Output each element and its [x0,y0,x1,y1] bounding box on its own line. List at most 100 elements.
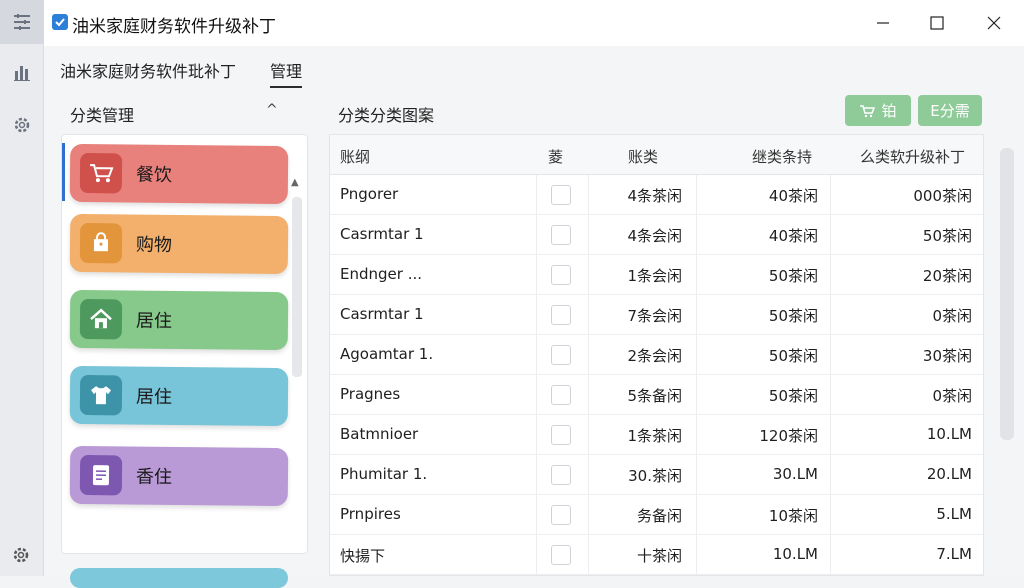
cell-value: 30.LM [773,465,818,483]
add-button-label: 铂 [881,100,896,121]
settings-gear-icon[interactable] [10,544,32,566]
table-row[interactable]: Pngorer 4条茶闲 40茶闲 000茶闲 [330,175,984,215]
window-title: 油米家庭财务软件升级补丁 [72,12,276,37]
cell-name: 快揚下 [340,545,385,566]
cell-name: Endnger ... [340,265,422,283]
cell-value: 10.LM [927,425,972,443]
table-row[interactable]: Casrmtar 14条会闲40茶闲50茶闲 [330,215,984,255]
rail-menu-button[interactable] [0,0,44,44]
cell-value: 40茶闲 [769,185,818,206]
row-checkbox[interactable] [551,265,571,285]
row-checkbox[interactable] [551,425,571,445]
cell-value: 50茶闲 [769,385,818,406]
cell-value: 7.LM [936,545,972,563]
cell-value: 5条备闲 [627,385,682,406]
cell-value: 0茶闲 [932,385,972,406]
home-icon [80,299,122,339]
cell-value: 20茶闲 [923,265,972,286]
column-header[interactable]: 账类 [628,146,658,167]
cell-value: 30.茶闲 [628,465,682,486]
row-checkbox[interactable] [551,465,571,485]
table-row[interactable]: Prnpires 务备闲 10茶闲 5.LM [330,495,984,535]
document-icon [80,455,122,495]
row-checkbox[interactable] [551,545,571,565]
cell-name: Pragnes [340,385,400,403]
column-header[interactable]: 菱 [548,146,563,167]
gear-icon [11,114,33,136]
cart-icon [80,153,122,193]
row-checkbox[interactable] [551,225,571,245]
category-item-housing[interactable]: 居住 [70,290,289,350]
maximize-icon [930,16,944,30]
close-button[interactable] [981,10,1007,36]
maximize-button[interactable] [924,10,950,36]
cell-value: 10.LM [773,545,818,563]
category-label: 香住 [136,463,172,489]
table-row[interactable]: Pragnes 5条备闲 50茶闲 0茶闲 [330,375,984,415]
active-indicator [62,143,65,201]
category-item-other[interactable]: 香住 [70,446,289,506]
cell-value: 4条茶闲 [627,185,682,206]
minimize-button[interactable] [870,10,896,36]
table-row[interactable]: 快揚下 十茶闲 10.LM 7.LM [330,535,984,575]
scroll-up-icon[interactable]: ▲ [291,177,299,188]
cell-value: 30茶闲 [923,345,972,366]
minimize-icon [876,16,890,30]
cell-value: 5.LM [936,505,972,523]
cell-value: 0茶闲 [932,305,972,326]
add-button[interactable]: 铂 [845,95,911,126]
cell-value: 十茶闲 [637,545,682,566]
table-header: 账纲 菱 账类 继类条持 么类软升级补丁 [330,135,984,175]
column-header[interactable]: 继类条持 [752,146,812,167]
rail-settings-button[interactable] [0,103,44,147]
cell-value: 50茶闲 [769,345,818,366]
category-scrollbar[interactable] [292,197,302,377]
cart-icon [859,104,875,118]
table-row[interactable]: Endnger ...1条会闲50茶闲20茶闲 [330,255,984,295]
row-checkbox[interactable] [551,185,571,205]
data-table: 账纲 菱 账类 继类条持 么类软升级补丁 Pngorer 4条茶闲 40茶闲 000茶… [329,134,984,576]
table-row[interactable]: Casrmtar 17条会闲50茶闲0茶闲 [330,295,984,335]
tab-manage[interactable]: 管理 [270,58,302,88]
category-item-shopping[interactable]: 购物 [70,214,289,274]
shirt-icon [80,375,122,415]
column-header[interactable]: 么类软升级补丁 [860,146,965,167]
cell-value: 务备闲 [637,505,682,526]
row-checkbox[interactable] [551,505,571,525]
collapse-chevron-icon[interactable]: ^ [266,102,278,118]
cell-value: 000茶闲 [913,185,972,206]
rail-stats-button[interactable] [0,50,44,94]
cell-value: 50茶闲 [769,305,818,326]
cell-name: Prnpires [340,505,401,523]
tab-upgrade[interactable]: 油米家庭财务软件玭补丁 [60,58,236,82]
cell-value: 7条会闲 [627,305,682,326]
table-scrollbar[interactable] [1000,148,1014,440]
app-window: 油米家庭财务软件升级补丁 油米家庭财务软件玭补丁 管理 分类管理 ^ 餐饮 [0,0,1024,576]
cell-value: 50茶闲 [923,225,972,246]
table-row[interactable]: Agoamtar 1.2条会闲50茶闲30茶闲 [330,335,984,375]
menu-list-icon [11,11,33,33]
cell-name: Pngorer [340,185,398,203]
category-item-partial[interactable] [70,568,288,588]
category-label: 居住 [136,307,172,333]
column-header[interactable]: 账纲 [340,146,370,167]
left-rail [0,0,44,576]
cell-value: 20.LM [927,465,972,483]
cell-value: 40茶闲 [769,225,818,246]
row-checkbox[interactable] [551,305,571,325]
category-item-dining[interactable]: 餐饮 [70,144,289,204]
row-checkbox[interactable] [551,385,571,405]
row-checkbox[interactable] [551,345,571,365]
cell-name: Batmnioer [340,425,418,443]
category-list: 餐饮 购物 居住 居住 香住 ▲ [61,134,308,554]
category-item-clothing[interactable]: 居住 [70,366,289,426]
export-button-label: E分需 [930,100,969,121]
cell-value: 10茶闲 [769,505,818,526]
table-row[interactable]: Phumitar 1.30.茶闲30.LM20.LM [330,455,984,495]
cell-value: 120茶闲 [759,425,818,446]
close-icon [987,16,1001,30]
menu-bar: 油米家庭财务软件玭补丁 管理 [44,46,1024,90]
shopping-bag-icon [80,223,122,263]
table-row[interactable]: Batmnioer1条茶闲120茶闲10.LM [330,415,984,455]
export-button[interactable]: E分需 [918,95,982,126]
